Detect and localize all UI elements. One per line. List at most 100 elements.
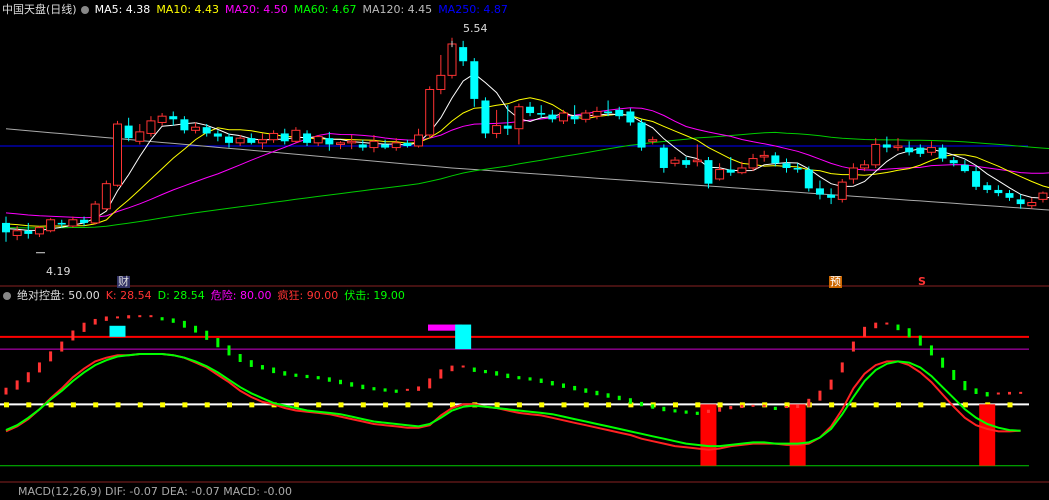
candle-body <box>548 114 557 120</box>
d-line <box>5 353 1021 448</box>
candle-body <box>303 133 312 143</box>
mid-marker <box>338 402 344 408</box>
mid-marker <box>249 402 255 408</box>
candle-body <box>604 111 613 114</box>
mid-marker <box>115 402 121 408</box>
signal-bar <box>700 404 717 466</box>
candle-body <box>882 144 891 148</box>
candle-body <box>80 219 89 223</box>
candle-body <box>347 140 357 144</box>
candle-body <box>983 185 992 190</box>
mid-marker <box>405 402 411 408</box>
mid-marker <box>918 402 924 408</box>
mid-marker <box>962 402 968 408</box>
signal-bar <box>455 324 472 350</box>
candle-body <box>748 158 758 169</box>
mid-marker <box>204 402 210 408</box>
candle-body <box>481 100 490 134</box>
mid-marker <box>583 402 589 408</box>
candle-body <box>827 194 836 198</box>
candle-body <box>135 131 145 142</box>
s-signal-marker: S <box>918 275 926 288</box>
chart-canvas <box>0 37 1049 483</box>
candle-body <box>101 183 111 210</box>
candle-body <box>972 171 981 187</box>
candle-body <box>514 106 524 130</box>
candle-body <box>994 189 1003 194</box>
candle-body <box>715 169 725 180</box>
candle-body <box>815 188 824 195</box>
candle-body <box>325 138 334 145</box>
candle-body <box>447 43 457 76</box>
mid-marker <box>383 402 389 408</box>
candle-body <box>191 126 201 131</box>
mid-marker <box>940 402 946 408</box>
candle-body <box>414 134 424 147</box>
candle-body <box>726 169 735 173</box>
mid-marker <box>316 402 322 408</box>
candle-body <box>34 227 44 235</box>
mid-marker <box>360 402 366 408</box>
candle-body <box>202 127 211 134</box>
candle-body <box>682 160 691 165</box>
candle-body <box>157 115 167 123</box>
candle-body <box>737 167 747 174</box>
forecast-marker[interactable]: 预 <box>829 276 842 288</box>
ma120-line <box>5 128 1049 211</box>
candle-body <box>960 164 969 172</box>
mid-marker <box>1007 402 1013 408</box>
signal-bar <box>979 404 996 466</box>
candle-body <box>637 122 646 148</box>
mid-marker <box>851 402 857 408</box>
candle-body <box>1016 199 1025 205</box>
candle-body <box>68 219 78 227</box>
candle-body <box>257 139 267 144</box>
candle-body <box>916 147 925 154</box>
mid-marker <box>4 402 9 408</box>
candle-body <box>2 222 10 233</box>
candle-body <box>46 219 56 232</box>
candle-body <box>704 160 713 184</box>
candle-body <box>905 147 914 153</box>
signal-bar <box>109 325 126 337</box>
candle-body <box>793 167 802 170</box>
candle-body <box>759 154 769 158</box>
candle-body <box>57 222 66 225</box>
low-price-label: 4.19 <box>46 265 71 278</box>
candle-body <box>381 144 390 148</box>
mid-marker <box>516 402 522 408</box>
candle-body <box>146 120 156 134</box>
candle-body <box>425 88 435 136</box>
candle-body <box>269 132 279 141</box>
candle-body <box>492 125 502 134</box>
mid-marker <box>673 402 678 408</box>
candle-body <box>570 116 579 120</box>
high-price-label: 5.54 <box>463 22 488 35</box>
candle-body <box>403 142 412 146</box>
candle-body <box>938 147 947 159</box>
mid-marker <box>427 402 433 408</box>
mid-marker <box>70 402 76 408</box>
candle-body <box>659 147 668 168</box>
mid-marker <box>717 402 723 408</box>
candle-body <box>782 163 791 168</box>
candle-body <box>12 230 22 236</box>
candle-body <box>537 113 546 115</box>
candle-body <box>169 116 178 120</box>
candle-body <box>313 136 323 144</box>
mid-marker <box>93 402 99 408</box>
candle-body <box>648 139 658 142</box>
candle-body <box>369 140 379 149</box>
candle-body <box>893 145 903 149</box>
candle-body <box>771 155 780 164</box>
finance-marker[interactable]: 财 <box>117 276 130 288</box>
mid-marker <box>606 402 612 408</box>
ma5-line <box>5 73 1049 231</box>
candle-body <box>225 136 233 143</box>
candle-body <box>291 129 301 142</box>
candle-body <box>436 74 446 90</box>
mid-marker <box>160 402 166 408</box>
candle-body <box>1038 192 1048 200</box>
candle-body <box>336 142 345 145</box>
k-line <box>5 353 1021 451</box>
